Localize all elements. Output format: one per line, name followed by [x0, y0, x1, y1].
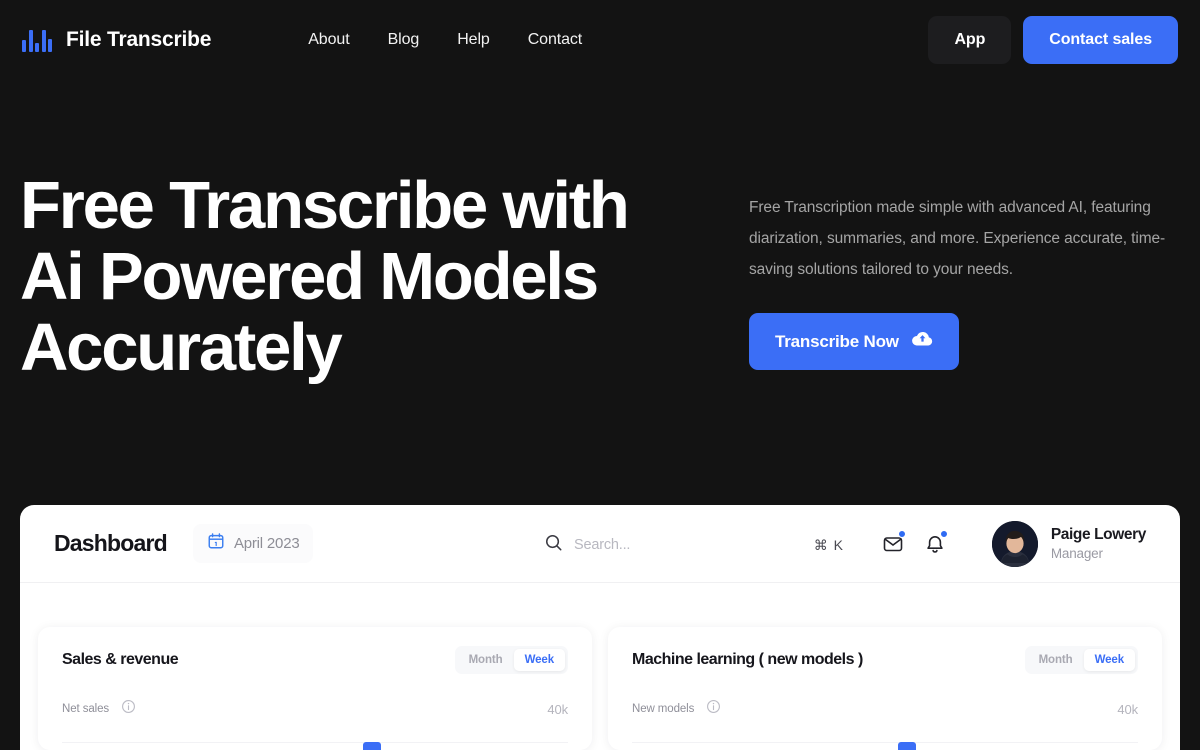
- transcribe-now-label: Transcribe Now: [775, 331, 899, 351]
- nav-link-contact[interactable]: Contact: [528, 31, 583, 49]
- date-label: April 2023: [233, 535, 300, 552]
- info-icon[interactable]: [121, 699, 136, 719]
- brand-name: File Transcribe: [66, 28, 212, 51]
- info-icon[interactable]: [706, 699, 721, 719]
- hero-section: Free Transcribe with Ai Powered Models A…: [0, 80, 1200, 505]
- user-name: Paige Lowery: [1050, 526, 1147, 543]
- chart-bar: [363, 742, 381, 750]
- card-header: Machine learning ( new models ) Month We…: [632, 646, 1138, 674]
- user-profile[interactable]: Paige Lowery Manager: [991, 520, 1147, 567]
- header-actions: Paige Lowery Manager: [876, 520, 1147, 567]
- hero-right-column: Free Transcription made simple with adva…: [749, 192, 1169, 370]
- dashboard-panel: Dashboard April 2023 Search... ⌘ K Paige…: [20, 505, 1180, 750]
- sales-revenue-card: Sales & revenue Month Week Net sales 40k: [38, 627, 592, 750]
- notifications-unread-badge: [939, 529, 948, 538]
- card-header: Sales & revenue Month Week: [62, 646, 568, 674]
- mail-button[interactable]: [876, 527, 910, 561]
- cloud-upload-icon: [911, 331, 933, 352]
- avatar: [991, 520, 1038, 567]
- top-navbar: File Transcribe About Blog Help Contact …: [0, 0, 1200, 80]
- search-icon: [544, 533, 563, 557]
- dashboard-header: Dashboard April 2023 Search... ⌘ K Paige…: [20, 505, 1180, 583]
- card-metrics: Net sales 40k: [62, 699, 568, 719]
- search-shortcut-hint: ⌘ K: [813, 536, 844, 553]
- card-title: Machine learning ( new models ): [632, 651, 863, 668]
- hero-subtitle: Free Transcription made simple with adva…: [749, 199, 1166, 278]
- date-picker[interactable]: April 2023: [192, 524, 314, 563]
- search-input[interactable]: [574, 537, 803, 553]
- nav-link-blog[interactable]: Blog: [388, 31, 420, 49]
- landing-page: File Transcribe About Blog Help Contact …: [0, 0, 1200, 750]
- search-bar[interactable]: ⌘ K: [544, 527, 844, 563]
- nav-link-about[interactable]: About: [308, 31, 349, 49]
- nav-links: About Blog Help Contact: [308, 31, 582, 49]
- axis-value: 40k: [1117, 701, 1138, 717]
- axis-value: 40k: [547, 701, 568, 717]
- page-title: Dashboard: [54, 530, 168, 556]
- user-role: Manager: [1050, 546, 1103, 561]
- hero-title: Free Transcribe with Ai Powered Models A…: [20, 168, 630, 386]
- range-option-week[interactable]: Week: [1083, 649, 1135, 671]
- mail-unread-badge: [897, 529, 906, 538]
- brand-logo[interactable]: File Transcribe: [22, 28, 211, 52]
- chart-bar: [898, 742, 916, 750]
- notifications-button[interactable]: [918, 527, 952, 561]
- chart-gridline: [632, 742, 1138, 743]
- card-title: Sales & revenue: [62, 651, 179, 668]
- range-option-week[interactable]: Week: [513, 649, 565, 671]
- range-option-month[interactable]: Month: [1028, 649, 1084, 671]
- app-button[interactable]: App: [928, 16, 1012, 64]
- range-toggle: Month Week: [454, 646, 568, 674]
- nav-actions: App Contact sales: [928, 16, 1178, 64]
- card-metrics: New models 40k: [632, 699, 1138, 719]
- metric-label: New models: [632, 703, 695, 715]
- chart-gridline: [62, 742, 568, 743]
- range-toggle: Month Week: [1024, 646, 1138, 674]
- contact-sales-button[interactable]: Contact sales: [1023, 16, 1178, 64]
- dashboard-body: Sales & revenue Month Week Net sales 40k…: [20, 583, 1180, 750]
- waveform-icon: [22, 28, 54, 52]
- machine-learning-card: Machine learning ( new models ) Month We…: [608, 627, 1162, 750]
- calendar-icon: [207, 532, 225, 555]
- range-option-month[interactable]: Month: [458, 649, 514, 671]
- nav-link-help[interactable]: Help: [457, 31, 490, 49]
- metric-label: Net sales: [62, 703, 110, 715]
- transcribe-now-button[interactable]: Transcribe Now: [749, 313, 959, 370]
